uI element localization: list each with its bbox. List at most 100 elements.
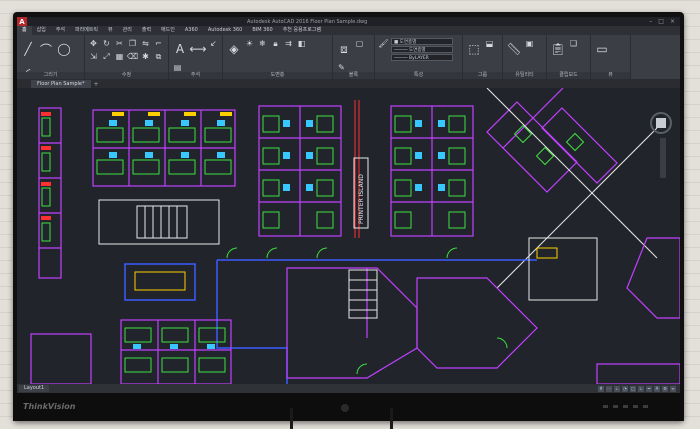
mirror-icon[interactable]: ⇋ xyxy=(140,38,151,49)
tab-insert[interactable]: 삽입 xyxy=(32,26,51,35)
panel-label-draw: 그리기 xyxy=(17,72,84,79)
text-icon[interactable]: A xyxy=(172,38,188,60)
color-combo[interactable]: ■ 도면층별 xyxy=(391,38,453,45)
bottom-left-room xyxy=(30,333,92,384)
paste-icon[interactable]: 📋︎ xyxy=(550,38,566,60)
layer-properties-icon[interactable]: ◈ xyxy=(226,38,242,60)
move-icon[interactable]: ✥ xyxy=(88,38,99,49)
ortho-icon[interactable]: ⊥ xyxy=(614,385,620,392)
polar-icon[interactable]: ◔ xyxy=(622,385,628,392)
tab-a360[interactable]: A360 xyxy=(180,26,203,35)
panel-label-annotation: 주석 xyxy=(169,72,222,79)
printer-island: PRINTER ISLAND xyxy=(353,100,369,238)
stretch-icon[interactable]: ⇲ xyxy=(88,51,99,62)
screen: A Autodesk AutoCAD 2016 Floor Plan Sampl… xyxy=(17,17,680,393)
layer-freeze-icon[interactable]: ❄ xyxy=(257,38,268,49)
workspace-gear-icon[interactable]: ⚙ xyxy=(662,385,668,392)
panel-label-clipboard: 클립보드 xyxy=(547,72,590,79)
drawing-canvas[interactable]: PRINTER ISLAND xyxy=(17,88,680,384)
tab-autodesk360[interactable]: Autodesk 360 xyxy=(203,26,248,35)
cluster-c xyxy=(390,105,474,237)
autocad-app-icon[interactable]: A xyxy=(17,17,27,26)
layout-tab[interactable]: Layout1 xyxy=(19,385,50,392)
printer-island-label: PRINTER ISLAND xyxy=(358,174,365,224)
panel-clipboard: 📋︎ ❏ 클립보드 xyxy=(547,35,591,79)
panel-utilities: 📏︎ ▣ 유틸리티 xyxy=(503,35,547,79)
tab-addins[interactable]: 애드인 xyxy=(156,26,180,35)
erase-icon[interactable]: ⌫ xyxy=(127,51,138,62)
offset-icon[interactable]: ⧉ xyxy=(153,51,164,62)
layer-lock-icon[interactable]: 🔒︎ xyxy=(270,38,281,49)
insert-block-icon[interactable]: ⧈ xyxy=(336,38,352,60)
calculator-icon[interactable]: ▣ xyxy=(524,38,535,49)
bottom-right-room xyxy=(596,363,680,384)
group-icon[interactable]: ⬚ xyxy=(466,38,482,60)
polyline-icon[interactable]: ⌒ xyxy=(38,38,54,60)
measure-icon[interactable]: 📏︎ xyxy=(506,38,522,60)
viewcube-face[interactable] xyxy=(656,118,666,128)
layer-match-icon[interactable]: ⇉ xyxy=(283,38,294,49)
monitor: A Autodesk AutoCAD 2016 Floor Plan Sampl… xyxy=(13,12,684,421)
new-tab-icon[interactable]: + xyxy=(94,81,99,88)
lineweight-icon[interactable]: ═ xyxy=(646,385,652,392)
match-properties-icon[interactable]: 🖌︎ xyxy=(378,38,389,49)
left-desk-green xyxy=(41,117,51,242)
monitor-button[interactable] xyxy=(613,405,618,408)
copy-clip-icon[interactable]: ❏ xyxy=(568,38,579,49)
lineweight-combo[interactable]: ───── ByLAYER xyxy=(391,54,453,61)
leader-icon[interactable]: ↙ xyxy=(208,38,219,49)
file-tab-floor-plan[interactable]: Floor Plan Sample* xyxy=(31,80,91,88)
layer-state-icon[interactable]: ☀ xyxy=(244,38,255,49)
snap-icon[interactable]: ⋯ xyxy=(606,385,612,392)
line-icon[interactable]: ╱ xyxy=(20,38,36,60)
tab-view[interactable]: 뷰 xyxy=(103,26,118,35)
ungroup-icon[interactable]: ⬓ xyxy=(484,38,495,49)
dimension-icon[interactable]: ⟷ xyxy=(189,38,206,60)
meeting-room xyxy=(124,263,196,301)
monitor-button[interactable] xyxy=(633,405,638,408)
copy-icon[interactable]: ❐ xyxy=(127,38,138,49)
otrack-icon[interactable]: ∟ xyxy=(638,385,644,392)
annotation-scale-icon[interactable]: A xyxy=(654,385,660,392)
power-button[interactable] xyxy=(643,405,648,408)
layer-iso-icon[interactable]: ◧ xyxy=(296,38,307,49)
cluster-a-tags xyxy=(112,112,232,116)
tab-bim360[interactable]: BIM 360 xyxy=(247,26,277,35)
minimize-button[interactable]: – xyxy=(649,18,652,25)
maximize-button[interactable]: □ xyxy=(658,18,664,25)
panel-block: ⧈ ▢ ✎ 블록 xyxy=(333,35,375,79)
tab-home[interactable]: 홈 xyxy=(17,26,32,35)
array-icon[interactable]: ▦ xyxy=(114,51,125,62)
tab-annotate[interactable]: 주석 xyxy=(51,26,70,35)
tab-parametric[interactable]: 파라메트릭 xyxy=(70,26,103,35)
panel-draw: ╱ ⌒ ◯ ◜ 그리기 xyxy=(17,35,85,80)
rotate-icon[interactable]: ↻ xyxy=(101,38,112,49)
panel-label-block: 블록 xyxy=(333,72,374,79)
grid-icon[interactable]: # xyxy=(598,385,604,392)
tab-manage[interactable]: 관리 xyxy=(118,26,137,35)
panel-label-properties: 특성 xyxy=(375,72,462,79)
scale-icon[interactable]: ⤢ xyxy=(101,51,112,62)
view-icon[interactable]: ▭ xyxy=(594,38,610,60)
monitor-button[interactable] xyxy=(623,405,628,408)
stairs-left xyxy=(98,199,220,245)
linetype-combo[interactable]: ───── 도면층별 xyxy=(391,46,453,53)
stairs-center xyxy=(348,269,378,319)
create-block-icon[interactable]: ▢ xyxy=(354,38,365,49)
explode-icon[interactable]: ✱ xyxy=(140,51,151,62)
circle-icon[interactable]: ◯ xyxy=(56,38,72,60)
viewcube[interactable] xyxy=(650,112,672,134)
fillet-icon[interactable]: ⌐ xyxy=(153,38,164,49)
monitor-button[interactable] xyxy=(603,405,608,408)
cable xyxy=(290,408,293,429)
navigation-bar[interactable] xyxy=(660,138,666,178)
customize-icon[interactable]: ≡ xyxy=(670,385,676,392)
tab-output[interactable]: 출력 xyxy=(137,26,156,35)
osnap-icon[interactable]: □ xyxy=(630,385,636,392)
close-button[interactable]: × xyxy=(670,18,675,25)
cable xyxy=(390,408,393,429)
cluster-b-chairs xyxy=(283,120,313,191)
panel-layers: ◈ ☀ ❄ 🔒︎ ⇉ ◧ 도면층 xyxy=(223,35,333,79)
trim-icon[interactable]: ✂ xyxy=(114,38,125,49)
tab-featured-apps[interactable]: 추천 응용프로그램 xyxy=(278,26,326,35)
